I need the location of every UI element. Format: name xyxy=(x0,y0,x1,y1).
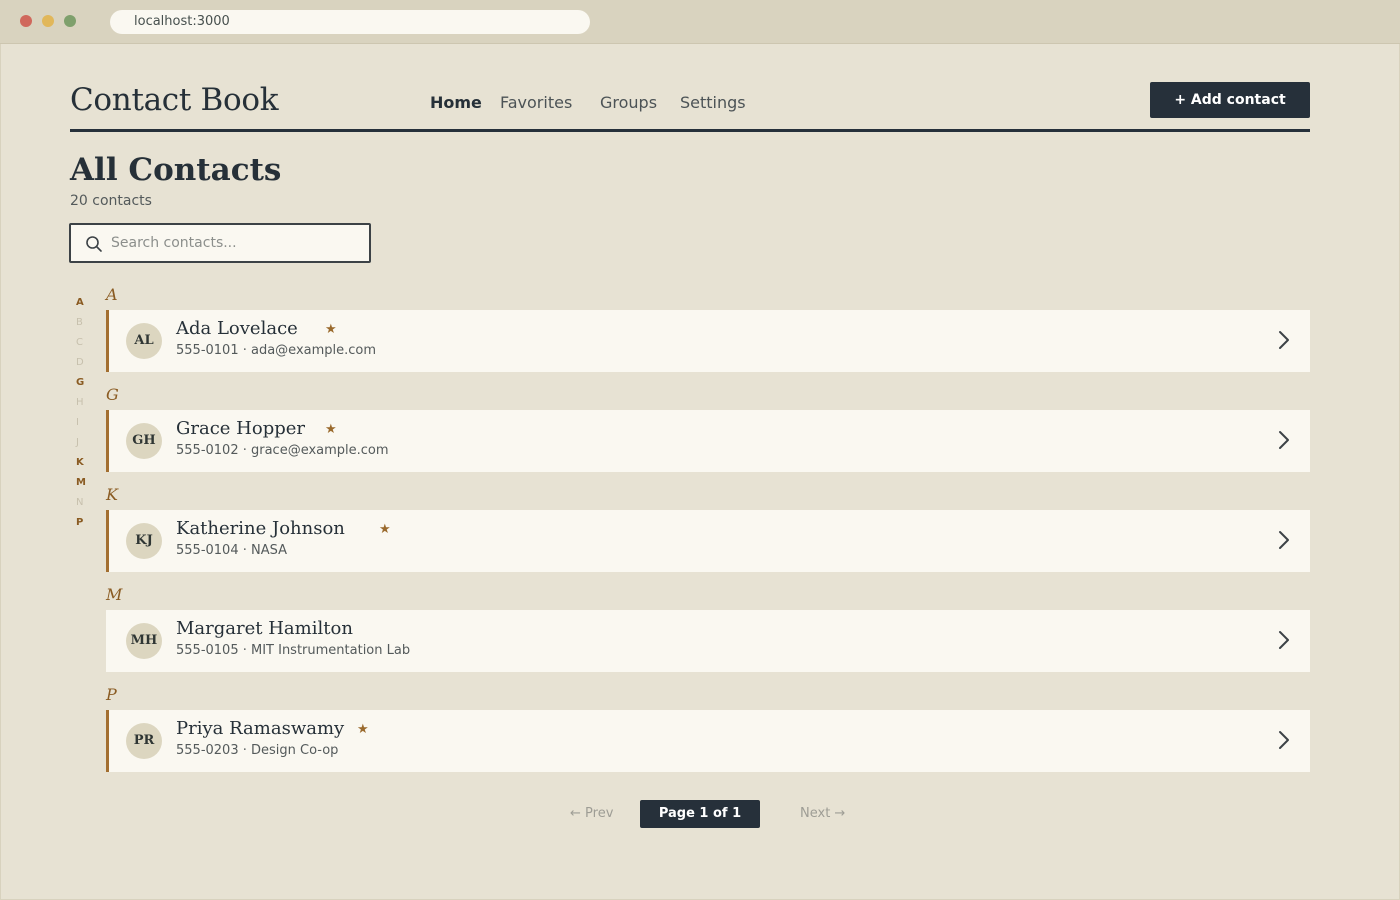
contact-count: 20 contacts xyxy=(70,193,152,209)
avatar: PR xyxy=(126,723,162,759)
contact-detail: 555-0104 · NASA xyxy=(176,543,287,558)
alpha-index-d: D xyxy=(76,357,84,368)
nav-settings[interactable]: Settings xyxy=(680,93,746,112)
avatar: KJ xyxy=(126,523,162,559)
close-window-button[interactable] xyxy=(20,15,32,27)
maximize-window-button[interactable] xyxy=(64,15,76,27)
section-letter: M xyxy=(106,585,123,604)
alpha-index-g[interactable]: G xyxy=(76,377,88,388)
favorite-star-icon[interactable]: ★ xyxy=(325,322,337,337)
contact-detail: 555-0105 · MIT Instrumentation Lab xyxy=(176,643,411,658)
alpha-index-b: B xyxy=(76,317,83,328)
chevron-right-icon xyxy=(1279,731,1289,749)
alpha-index-a[interactable]: A xyxy=(76,297,88,308)
contact-card[interactable]: MH Margaret Hamilton 555-0105 · MIT Inst… xyxy=(106,610,1310,672)
search-box xyxy=(69,223,371,263)
page-title: All Contacts xyxy=(70,152,282,188)
favorite-star-icon[interactable]: ★ xyxy=(357,722,369,737)
search-input[interactable] xyxy=(111,225,361,261)
contact-name: Katherine Johnson xyxy=(176,518,345,539)
contact-card[interactable]: PR Priya Ramaswamy ★ 555-0203 · Design C… xyxy=(106,710,1310,772)
alpha-index-k[interactable]: K xyxy=(76,457,88,468)
contact-name: Margaret Hamilton xyxy=(176,618,353,639)
section-letter: G xyxy=(106,385,119,404)
contact-card[interactable]: GH Grace Hopper ★ 555-0102 · grace@examp… xyxy=(106,410,1310,472)
contact-card[interactable]: AL Ada Lovelace ★ 555-0101 · ada@example… xyxy=(106,310,1310,372)
address-bar[interactable]: localhost:3000 xyxy=(110,10,590,34)
next-page-button[interactable]: Next → xyxy=(800,806,845,821)
contact-name: Priya Ramaswamy xyxy=(176,718,345,739)
alpha-index-n: N xyxy=(76,497,84,508)
contact-detail: 555-0101 · ada@example.com xyxy=(176,343,377,358)
favorite-star-icon[interactable]: ★ xyxy=(325,422,337,437)
contact-detail: 555-0203 · Design Co-op xyxy=(176,743,339,758)
search-icon xyxy=(86,236,102,252)
section-letter: K xyxy=(106,485,118,504)
nav-favorites[interactable]: Favorites xyxy=(500,93,572,112)
nav-home[interactable]: Home xyxy=(430,93,482,112)
page-indicator: Page 1 of 1 xyxy=(640,800,760,828)
contact-card[interactable]: KJ Katherine Johnson ★ 555-0104 · NASA xyxy=(106,510,1310,572)
alpha-index-m[interactable]: M xyxy=(76,477,88,488)
alpha-index-c: C xyxy=(76,337,83,348)
chevron-right-icon xyxy=(1279,331,1289,349)
contact-name: Ada Lovelace xyxy=(176,318,298,339)
chevron-right-icon xyxy=(1279,531,1289,549)
section-letter: A xyxy=(106,285,118,304)
alpha-index-p[interactable]: P xyxy=(76,517,88,528)
minimize-window-button[interactable] xyxy=(42,15,54,27)
contact-detail: 555-0102 · grace@example.com xyxy=(176,443,389,458)
nav-groups[interactable]: Groups xyxy=(600,93,657,112)
header-divider xyxy=(70,129,1310,132)
app-title: Contact Book xyxy=(70,82,279,118)
alpha-index-h: H xyxy=(76,397,84,408)
section-letter: P xyxy=(106,685,117,704)
alpha-index-j: J xyxy=(76,437,79,448)
browser-chrome: localhost:3000 xyxy=(0,0,1400,44)
avatar: MH xyxy=(126,623,162,659)
avatar: AL xyxy=(126,323,162,359)
chevron-right-icon xyxy=(1279,631,1289,649)
add-contact-button[interactable]: + Add contact xyxy=(1150,82,1310,118)
favorite-star-icon[interactable]: ★ xyxy=(379,522,391,537)
avatar: GH xyxy=(126,423,162,459)
chevron-right-icon xyxy=(1279,431,1289,449)
contact-name: Grace Hopper xyxy=(176,418,306,439)
alpha-index-i: I xyxy=(76,417,79,428)
prev-page-button[interactable]: ← Prev xyxy=(570,806,613,821)
